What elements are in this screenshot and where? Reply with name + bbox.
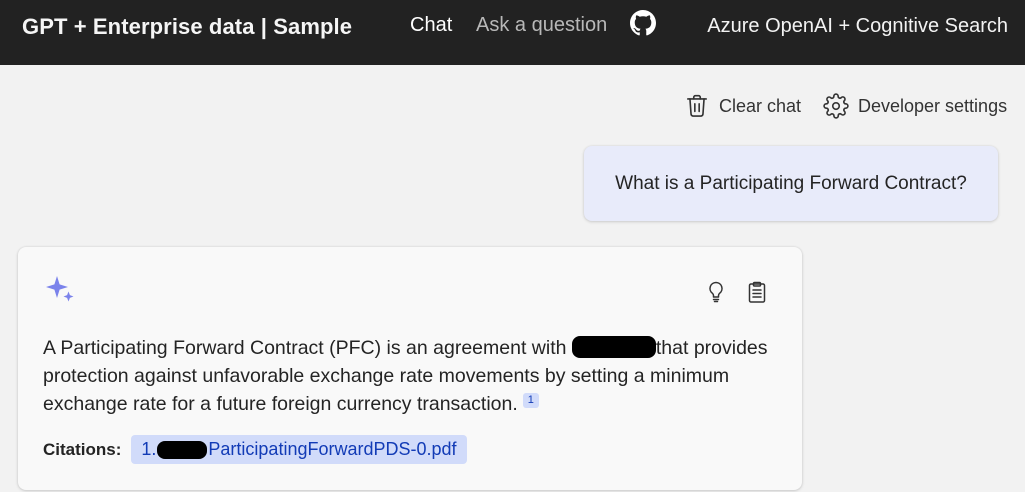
gear-icon <box>823 93 849 119</box>
citation-redaction-bar <box>157 440 208 459</box>
clear-chat-button[interactable]: Clear chat <box>684 92 801 120</box>
sparkle-icon <box>46 276 74 302</box>
clipboard-icon[interactable] <box>745 280 769 304</box>
app-title[interactable]: GPT + Enterprise data | Sample <box>22 14 352 40</box>
answer-text: A Participating Forward Contract (PFC) i… <box>43 334 783 418</box>
nav-link-chat[interactable]: Chat <box>410 14 452 37</box>
top-header: GPT + Enterprise data | Sample Chat Ask … <box>0 0 1025 65</box>
citation-filename: ParticipatingForwardPDS-0.pdf <box>208 439 457 459</box>
nav-link-ask-question[interactable]: Ask a question <box>476 14 607 37</box>
clear-chat-label: Clear chat <box>719 95 802 116</box>
trash-icon <box>686 94 708 117</box>
answer-card: A Participating Forward Contract (PFC) i… <box>18 247 802 490</box>
header-product-title: Azure OpenAI + Cognitive Search <box>707 15 1008 37</box>
lightbulb-icon[interactable] <box>704 280 728 304</box>
citation-prefix: 1. <box>141 439 157 459</box>
developer-settings-button[interactable]: Developer settings <box>823 92 1007 120</box>
developer-settings-label: Developer settings <box>858 95 1008 116</box>
citations-label: Citations: <box>43 439 122 459</box>
redaction-bar <box>571 335 656 358</box>
user-message-bubble: What is a Participating Forward Contract… <box>584 146 998 221</box>
answer-text-part-1: A Participating Forward Contract (PFC) i… <box>43 337 572 359</box>
citations-row: Citations: 1. ParticipatingForwardPDS-0.p… <box>43 435 467 464</box>
user-message-text: What is a Participating Forward Contract… <box>615 172 967 194</box>
citation-link[interactable]: 1. ParticipatingForwardPDS-0.pdf <box>131 435 467 464</box>
citation-superscript[interactable]: 1 <box>522 392 539 408</box>
github-icon[interactable] <box>630 10 656 36</box>
